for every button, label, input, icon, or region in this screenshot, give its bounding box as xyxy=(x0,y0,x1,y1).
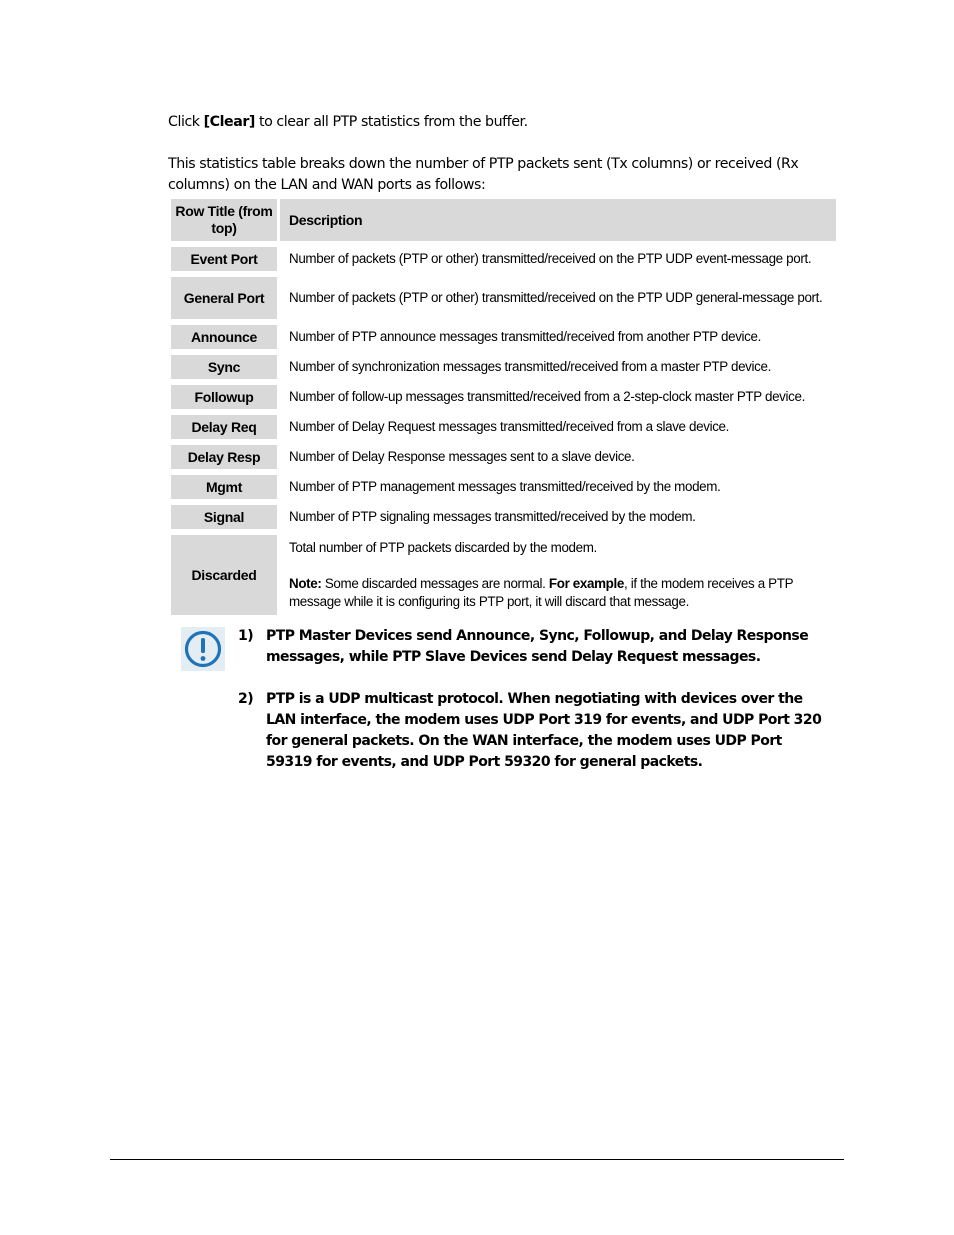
notes-list: 1) PTP Master Devices send Announce, Syn… xyxy=(238,626,828,794)
ptp-statistics-table: Row Title (from top) Description Event P… xyxy=(168,193,839,621)
header-row-title: Row Title (from top) xyxy=(171,199,277,241)
discarded-description: Total number of PTP packets discarded by… xyxy=(289,540,597,555)
discarded-note: Note: Some discarded messages are normal… xyxy=(289,575,830,611)
exclamation-circle-icon xyxy=(181,627,225,671)
table-header-row: Row Title (from top) Description xyxy=(171,199,836,241)
table-row: Mgmt Number of PTP management messages t… xyxy=(171,475,836,499)
clear-instruction-suffix: to clear all PTP statistics from the buf… xyxy=(254,114,528,130)
note-item: 2) PTP is a UDP multicast protocol. When… xyxy=(238,689,828,773)
note-text: Some discarded messages are normal. xyxy=(321,576,549,591)
note-item: 1) PTP Master Devices send Announce, Syn… xyxy=(238,626,828,668)
note-text: PTP Master Devices send Announce, Sync, … xyxy=(266,628,809,665)
row-title: Delay Req xyxy=(171,415,277,439)
table-row: Followup Number of follow-up messages tr… xyxy=(171,385,836,409)
table-intro-paragraph: This statistics table breaks down the nu… xyxy=(168,156,799,193)
clear-button-reference: [Clear] xyxy=(203,114,256,130)
row-title: Event Port xyxy=(171,247,277,271)
row-description: Number of follow-up messages transmitted… xyxy=(289,389,805,404)
table-row: Event Port Number of packets (PTP or oth… xyxy=(171,247,836,271)
row-description: Number of synchronization messages trans… xyxy=(289,359,771,374)
note-label: Note: xyxy=(289,576,322,591)
row-description: Number of packets (PTP or other) transmi… xyxy=(289,251,812,266)
note-example-label: For example xyxy=(548,576,624,591)
row-description: Total number of PTP packets discarded by… xyxy=(280,535,836,615)
table-row: Delay Resp Number of Delay Response mess… xyxy=(171,445,836,469)
row-description: Number of Delay Request messages transmi… xyxy=(289,419,730,434)
clear-instruction-prefix: Click xyxy=(168,114,204,130)
row-title: Followup xyxy=(171,385,277,409)
exclamation-circle-glyph xyxy=(184,630,222,668)
table-row: Delay Req Number of Delay Request messag… xyxy=(171,415,836,439)
row-title: General Port xyxy=(171,277,277,319)
table-row: Discarded Total number of PTP packets di… xyxy=(171,535,836,615)
clear-instruction: Click [Clear] to clear all PTP statistic… xyxy=(168,112,838,133)
table-row: Signal Number of PTP signaling messages … xyxy=(171,505,836,529)
note-number: 1) xyxy=(238,628,254,644)
row-title: Signal xyxy=(171,505,277,529)
row-title: Mgmt xyxy=(171,475,277,499)
row-description: Number of PTP management messages transm… xyxy=(289,479,721,494)
row-description: Number of Delay Response messages sent t… xyxy=(289,449,635,464)
header-description: Description xyxy=(280,199,836,241)
note-text: PTP is a UDP multicast protocol. When ne… xyxy=(266,691,822,770)
row-description: Number of packets (PTP or other) transmi… xyxy=(289,290,823,305)
row-description: Number of PTP signaling messages transmi… xyxy=(289,509,696,524)
footer-divider xyxy=(110,1159,844,1160)
table-row: Sync Number of synchronization messages … xyxy=(171,355,836,379)
row-title: Delay Resp xyxy=(171,445,277,469)
row-description: Number of PTP announce messages transmit… xyxy=(289,329,761,344)
note-number: 2) xyxy=(238,691,254,707)
row-title: Discarded xyxy=(171,535,277,615)
row-title: Sync xyxy=(171,355,277,379)
table-row: General Port Number of packets (PTP or o… xyxy=(171,277,836,319)
table-row: Announce Number of PTP announce messages… xyxy=(171,325,836,349)
row-title: Announce xyxy=(171,325,277,349)
